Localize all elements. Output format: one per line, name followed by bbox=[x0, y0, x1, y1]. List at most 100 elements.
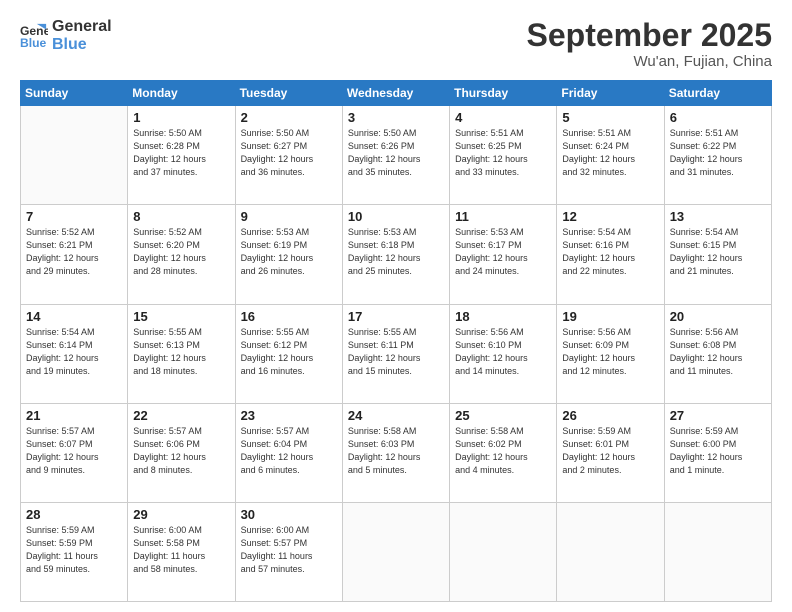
calendar-cell: 22 Sunrise: 5:57 AM Sunset: 6:06 PM Dayli… bbox=[128, 403, 235, 502]
calendar-table: Sunday Monday Tuesday Wednesday Thursday… bbox=[20, 80, 772, 602]
logo-icon: General Blue bbox=[20, 22, 48, 50]
day-number: 30 bbox=[241, 507, 337, 522]
day-number: 8 bbox=[133, 209, 229, 224]
calendar-cell: 1Sunrise: 5:50 AM Sunset: 6:28 PM Daylig… bbox=[128, 106, 235, 205]
day-number: 13 bbox=[670, 209, 766, 224]
weekday-header-row: Sunday Monday Tuesday Wednesday Thursday… bbox=[21, 81, 772, 106]
day-number: 16 bbox=[241, 309, 337, 324]
day-info: Sunrise: 5:50 AM Sunset: 6:28 PM Dayligh… bbox=[133, 127, 229, 179]
calendar-cell: 19 Sunrise: 5:56 AM Sunset: 6:09 PM Dayli… bbox=[557, 304, 664, 403]
header: General Blue General Blue September 2025… bbox=[20, 18, 772, 70]
day-number: 23 bbox=[241, 408, 337, 423]
header-wednesday: Wednesday bbox=[342, 81, 449, 106]
calendar-week-row: 7 Sunrise: 5:52 AM Sunset: 6:21 PM Daylig… bbox=[21, 205, 772, 304]
calendar-cell bbox=[664, 502, 771, 601]
header-friday: Friday bbox=[557, 81, 664, 106]
calendar-cell: 26 Sunrise: 5:59 AM Sunset: 6:01 PM Dayli… bbox=[557, 403, 664, 502]
calendar-cell: 6Sunrise: 5:51 AM Sunset: 6:22 PM Daylig… bbox=[664, 106, 771, 205]
location: Wu'an, Fujian, China bbox=[527, 53, 772, 70]
day-number: 19 bbox=[562, 309, 658, 324]
day-info: Sunrise: 5:50 AM Sunset: 6:27 PM Dayligh… bbox=[241, 127, 337, 179]
month-title: September 2025 bbox=[527, 18, 772, 53]
day-info: Sunrise: 5:52 AM Sunset: 6:20 PM Dayligh… bbox=[133, 226, 229, 278]
day-info: Sunrise: 5:57 AM Sunset: 6:06 PM Dayligh… bbox=[133, 425, 229, 477]
calendar-cell: 3 Sunrise: 5:50 AM Sunset: 6:26 PM Daylig… bbox=[342, 106, 449, 205]
day-number: 21 bbox=[26, 408, 122, 423]
day-info: Sunrise: 5:56 AM Sunset: 6:09 PM Dayligh… bbox=[562, 326, 658, 378]
day-info: Sunrise: 5:53 AM Sunset: 6:19 PM Dayligh… bbox=[241, 226, 337, 278]
calendar-week-row: 21 Sunrise: 5:57 AM Sunset: 6:07 PM Dayli… bbox=[21, 403, 772, 502]
day-number: 7 bbox=[26, 209, 122, 224]
day-info: Sunrise: 5:51 AM Sunset: 6:25 PM Dayligh… bbox=[455, 127, 551, 179]
day-number: 15 bbox=[133, 309, 229, 324]
day-info: Sunrise: 5:52 AM Sunset: 6:21 PM Dayligh… bbox=[26, 226, 122, 278]
calendar-cell: 18 Sunrise: 5:56 AM Sunset: 6:10 PM Dayli… bbox=[450, 304, 557, 403]
day-info: Sunrise: 5:58 AM Sunset: 6:02 PM Dayligh… bbox=[455, 425, 551, 477]
day-number: 18 bbox=[455, 309, 551, 324]
calendar-cell: 21 Sunrise: 5:57 AM Sunset: 6:07 PM Dayli… bbox=[21, 403, 128, 502]
page: General Blue General Blue September 2025… bbox=[0, 0, 792, 612]
calendar-cell: 15 Sunrise: 5:55 AM Sunset: 6:13 PM Dayli… bbox=[128, 304, 235, 403]
calendar-cell: 20 Sunrise: 5:56 AM Sunset: 6:08 PM Dayli… bbox=[664, 304, 771, 403]
calendar-cell: 27 Sunrise: 5:59 AM Sunset: 6:00 PM Dayli… bbox=[664, 403, 771, 502]
day-number: 24 bbox=[348, 408, 444, 423]
header-saturday: Saturday bbox=[664, 81, 771, 106]
logo-blue: Blue bbox=[52, 36, 112, 54]
day-number: 26 bbox=[562, 408, 658, 423]
calendar-cell: 17Sunrise: 5:55 AM Sunset: 6:11 PM Dayli… bbox=[342, 304, 449, 403]
day-info: Sunrise: 5:54 AM Sunset: 6:14 PM Dayligh… bbox=[26, 326, 122, 378]
calendar-cell: 13 Sunrise: 5:54 AM Sunset: 6:15 PM Dayli… bbox=[664, 205, 771, 304]
day-info: Sunrise: 6:00 AM Sunset: 5:57 PM Dayligh… bbox=[241, 524, 337, 576]
header-thursday: Thursday bbox=[450, 81, 557, 106]
calendar-cell: 30 Sunrise: 6:00 AM Sunset: 5:57 PM Dayli… bbox=[235, 502, 342, 601]
day-number: 3 bbox=[348, 110, 444, 125]
calendar-cell: 28Sunrise: 5:59 AM Sunset: 5:59 PM Dayli… bbox=[21, 502, 128, 601]
day-info: Sunrise: 5:54 AM Sunset: 6:15 PM Dayligh… bbox=[670, 226, 766, 278]
day-number: 14 bbox=[26, 309, 122, 324]
logo-general: General bbox=[52, 18, 112, 36]
calendar-cell: 16 Sunrise: 5:55 AM Sunset: 6:12 PM Dayli… bbox=[235, 304, 342, 403]
day-number: 25 bbox=[455, 408, 551, 423]
day-info: Sunrise: 5:57 AM Sunset: 6:04 PM Dayligh… bbox=[241, 425, 337, 477]
day-info: Sunrise: 5:54 AM Sunset: 6:16 PM Dayligh… bbox=[562, 226, 658, 278]
day-number: 20 bbox=[670, 309, 766, 324]
day-number: 4 bbox=[455, 110, 551, 125]
header-tuesday: Tuesday bbox=[235, 81, 342, 106]
day-info: Sunrise: 5:58 AM Sunset: 6:03 PM Dayligh… bbox=[348, 425, 444, 477]
day-info: Sunrise: 5:55 AM Sunset: 6:12 PM Dayligh… bbox=[241, 326, 337, 378]
day-number: 5 bbox=[562, 110, 658, 125]
day-info: Sunrise: 5:59 AM Sunset: 6:01 PM Dayligh… bbox=[562, 425, 658, 477]
day-info: Sunrise: 5:59 AM Sunset: 6:00 PM Dayligh… bbox=[670, 425, 766, 477]
day-info: Sunrise: 5:55 AM Sunset: 6:13 PM Dayligh… bbox=[133, 326, 229, 378]
calendar-cell: 11Sunrise: 5:53 AM Sunset: 6:17 PM Dayli… bbox=[450, 205, 557, 304]
calendar-cell: 24 Sunrise: 5:58 AM Sunset: 6:03 PM Dayli… bbox=[342, 403, 449, 502]
calendar-week-row: 28Sunrise: 5:59 AM Sunset: 5:59 PM Dayli… bbox=[21, 502, 772, 601]
calendar-cell: 7 Sunrise: 5:52 AM Sunset: 6:21 PM Daylig… bbox=[21, 205, 128, 304]
day-info: Sunrise: 5:53 AM Sunset: 6:18 PM Dayligh… bbox=[348, 226, 444, 278]
day-number: 22 bbox=[133, 408, 229, 423]
calendar-week-row: 1Sunrise: 5:50 AM Sunset: 6:28 PM Daylig… bbox=[21, 106, 772, 205]
day-info: Sunrise: 5:59 AM Sunset: 5:59 PM Dayligh… bbox=[26, 524, 122, 576]
day-number: 27 bbox=[670, 408, 766, 423]
day-number: 11 bbox=[455, 209, 551, 224]
calendar-cell: 12Sunrise: 5:54 AM Sunset: 6:16 PM Dayli… bbox=[557, 205, 664, 304]
svg-text:Blue: Blue bbox=[20, 36, 47, 50]
title-block: September 2025 Wu'an, Fujian, China bbox=[527, 18, 772, 70]
header-monday: Monday bbox=[128, 81, 235, 106]
header-sunday: Sunday bbox=[21, 81, 128, 106]
calendar-cell: 9Sunrise: 5:53 AM Sunset: 6:19 PM Daylig… bbox=[235, 205, 342, 304]
day-info: Sunrise: 5:57 AM Sunset: 6:07 PM Dayligh… bbox=[26, 425, 122, 477]
day-number: 17 bbox=[348, 309, 444, 324]
day-info: Sunrise: 6:00 AM Sunset: 5:58 PM Dayligh… bbox=[133, 524, 229, 576]
calendar-cell: 2Sunrise: 5:50 AM Sunset: 6:27 PM Daylig… bbox=[235, 106, 342, 205]
calendar-cell: 29 Sunrise: 6:00 AM Sunset: 5:58 PM Dayli… bbox=[128, 502, 235, 601]
day-number: 29 bbox=[133, 507, 229, 522]
day-info: Sunrise: 5:56 AM Sunset: 6:08 PM Dayligh… bbox=[670, 326, 766, 378]
day-info: Sunrise: 5:56 AM Sunset: 6:10 PM Dayligh… bbox=[455, 326, 551, 378]
day-info: Sunrise: 5:50 AM Sunset: 6:26 PM Dayligh… bbox=[348, 127, 444, 179]
day-number: 10 bbox=[348, 209, 444, 224]
day-info: Sunrise: 5:51 AM Sunset: 6:24 PM Dayligh… bbox=[562, 127, 658, 179]
calendar-cell: 8 Sunrise: 5:52 AM Sunset: 6:20 PM Daylig… bbox=[128, 205, 235, 304]
calendar-cell: 23 Sunrise: 5:57 AM Sunset: 6:04 PM Dayli… bbox=[235, 403, 342, 502]
calendar-cell: 4 Sunrise: 5:51 AM Sunset: 6:25 PM Daylig… bbox=[450, 106, 557, 205]
